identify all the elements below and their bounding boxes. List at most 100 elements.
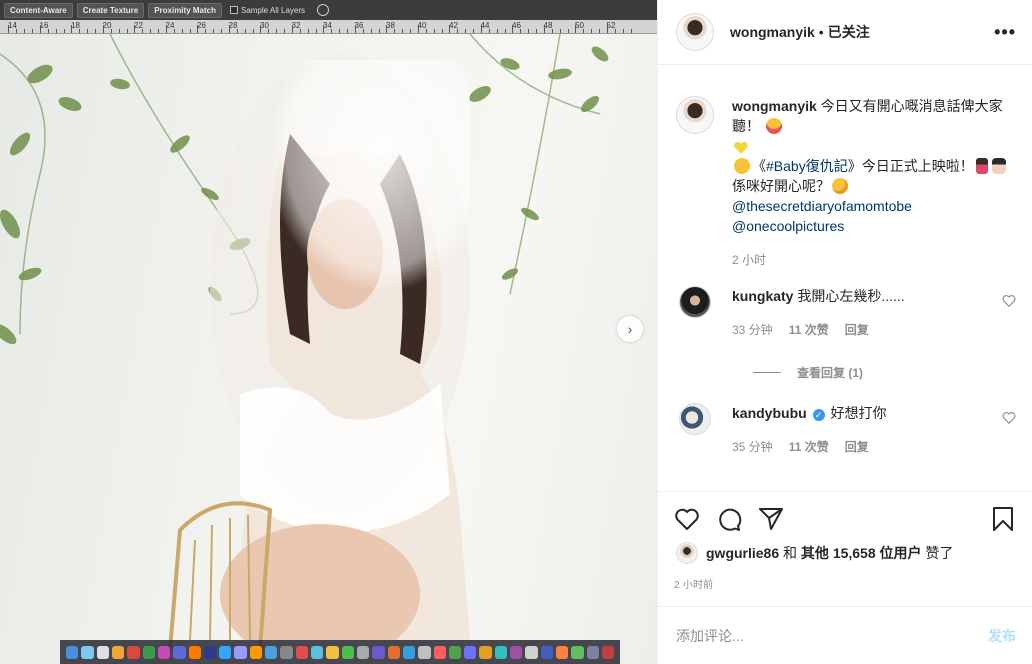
author-username[interactable]: wongmanyik — [730, 24, 815, 40]
ruler-tick — [284, 29, 285, 33]
post-comment-button[interactable]: 发布 — [988, 626, 1016, 646]
more-options-icon[interactable]: ••• — [994, 22, 1016, 43]
follow-status-button[interactable]: 已关注 — [828, 22, 870, 42]
comment-icon[interactable] — [716, 506, 742, 532]
post-photo[interactable]: Content-Aware Create Texture Proximity M… — [0, 0, 657, 664]
next-image-button[interactable]: › — [617, 316, 643, 342]
caption-time[interactable]: 2 小时 — [732, 250, 766, 270]
likes-and: 和 — [783, 545, 798, 561]
share-icon[interactable] — [758, 506, 784, 532]
likes-liked: 赞了 — [925, 545, 954, 561]
like-heart-icon[interactable] — [674, 506, 700, 532]
chevron-right-icon: › — [627, 321, 633, 337]
post-time[interactable]: 2 小时前 — [674, 576, 1016, 591]
ruler-tick — [16, 29, 17, 33]
comment-username[interactable]: kandybubu — [732, 405, 807, 421]
ruler-tick — [417, 25, 419, 33]
ruler-tick — [315, 29, 317, 33]
ruler-tick — [583, 29, 584, 33]
post-sidebar: wongmanyik • 已关注 ••• wongmanyik 今日又有開心嘅消… — [657, 0, 1032, 664]
ruler-tick — [425, 29, 427, 33]
ruler-tick — [126, 29, 128, 33]
hashtag-link[interactable]: #Baby復仇記 — [766, 158, 848, 174]
proximity-match-button: Proximity Match — [148, 2, 222, 18]
ruler-tick — [614, 29, 616, 33]
dock-app-icon — [372, 645, 385, 659]
likes-others-link[interactable]: 其他 15,658 位用户 — [801, 545, 922, 561]
ruler-tick — [118, 29, 120, 33]
dock-app-icon — [601, 645, 615, 659]
ruler-tick — [276, 29, 277, 33]
create-texture-button: Create Texture — [76, 2, 145, 18]
avatar[interactable] — [676, 96, 714, 134]
sample-all-layers-label: Sample All Layers — [240, 5, 306, 15]
ruler-tick — [449, 25, 450, 33]
ruler-tick — [410, 29, 411, 33]
tongue-emoji-icon — [765, 118, 782, 134]
ruler-tick — [165, 25, 167, 33]
heart-outline-icon[interactable] — [1002, 411, 1016, 425]
reply-button[interactable]: 回复 — [845, 320, 869, 340]
ruler-tick — [110, 29, 112, 33]
woman-emoji-icon — [991, 158, 1006, 174]
comment-time[interactable]: 33 分钟 — [732, 320, 773, 340]
comment-username[interactable]: kungkaty — [732, 288, 793, 304]
reply-button[interactable]: 回复 — [845, 437, 869, 457]
comment-input[interactable] — [676, 627, 988, 644]
comment-likes[interactable]: 11 次赞 — [789, 320, 829, 340]
caption-body: wongmanyik 今日又有開心嘅消息話俾大家聽！ 《#Baby復仇記》今日正… — [732, 96, 1016, 270]
ruler-tick — [433, 29, 435, 33]
dock-app-icon — [571, 645, 584, 659]
mention-link[interactable]: @thesecretdiaryofamomtobe — [732, 198, 912, 214]
caption-text: 係咪好開心呢？ — [732, 178, 830, 194]
dock-app-icon — [387, 645, 400, 659]
ruler-tick — [394, 29, 395, 33]
ruler-tick — [244, 29, 246, 33]
comment-time[interactable]: 35 分钟 — [732, 437, 773, 457]
veil — [270, 60, 470, 290]
ruler-tick — [567, 29, 569, 33]
comment-likes[interactable]: 11 次赞 — [789, 437, 829, 457]
likes-suffix: 位用户 — [879, 545, 922, 561]
replies-divider — [753, 372, 781, 373]
avatar[interactable] — [679, 403, 711, 435]
caption-username[interactable]: wongmanyik — [732, 98, 817, 114]
bookmark-icon[interactable] — [990, 506, 1016, 532]
grin-emoji-icon — [734, 158, 750, 174]
view-replies-button[interactable]: 查看回复 (1) — [753, 364, 1016, 381]
dock-app-icon — [510, 645, 523, 659]
avatar[interactable] — [676, 13, 714, 51]
comments-list[interactable]: wongmanyik 今日又有開心嘅消息話俾大家聽！ 《#Baby復仇記》今日正… — [658, 66, 1032, 491]
brush-target-icon — [317, 4, 330, 16]
ruler-tick — [63, 29, 65, 33]
dock-app-icon — [265, 645, 278, 659]
avatar[interactable] — [676, 542, 698, 564]
comment-body: kungkaty 我開心左幾秒...... 33 分钟 11 次赞 回复 — [732, 286, 1002, 340]
chair — [168, 501, 273, 650]
photoshop-ruler: 14 16 18 20 22 24 26 28 30 32 34 36 38 40 42 44 46 48 50 52 — [0, 20, 657, 34]
avatar[interactable] — [679, 286, 711, 318]
ruler-tick — [213, 29, 214, 33]
ruler-tick — [465, 29, 466, 33]
ruler-tick — [575, 25, 576, 33]
verified-badge-icon: ✓ — [812, 409, 825, 421]
heart-outline-icon[interactable] — [1002, 294, 1016, 308]
ruler-tick — [95, 29, 96, 33]
action-icons — [674, 492, 1016, 546]
liker-username[interactable]: gwgurlie86 — [706, 545, 779, 561]
comment-text: 我開心左幾秒...... — [797, 288, 905, 304]
ruler-tick — [39, 25, 41, 33]
ruler-tick — [331, 29, 332, 33]
dock-app-icon — [66, 645, 79, 659]
ruler-tick — [512, 25, 513, 33]
dock-app-icon — [142, 645, 155, 659]
ruler-tick — [189, 29, 191, 33]
mention-link[interactable]: @onecoolpictures — [732, 218, 844, 234]
dock-app-icon — [479, 645, 492, 659]
sample-all-layers-checkbox: Sample All Layers — [229, 5, 306, 15]
ruler-tick — [480, 25, 482, 33]
ruler-tick — [299, 29, 301, 33]
ruler-tick — [543, 25, 545, 33]
comment-text: 好想打你 — [830, 405, 887, 421]
ruler-tick — [24, 29, 25, 33]
